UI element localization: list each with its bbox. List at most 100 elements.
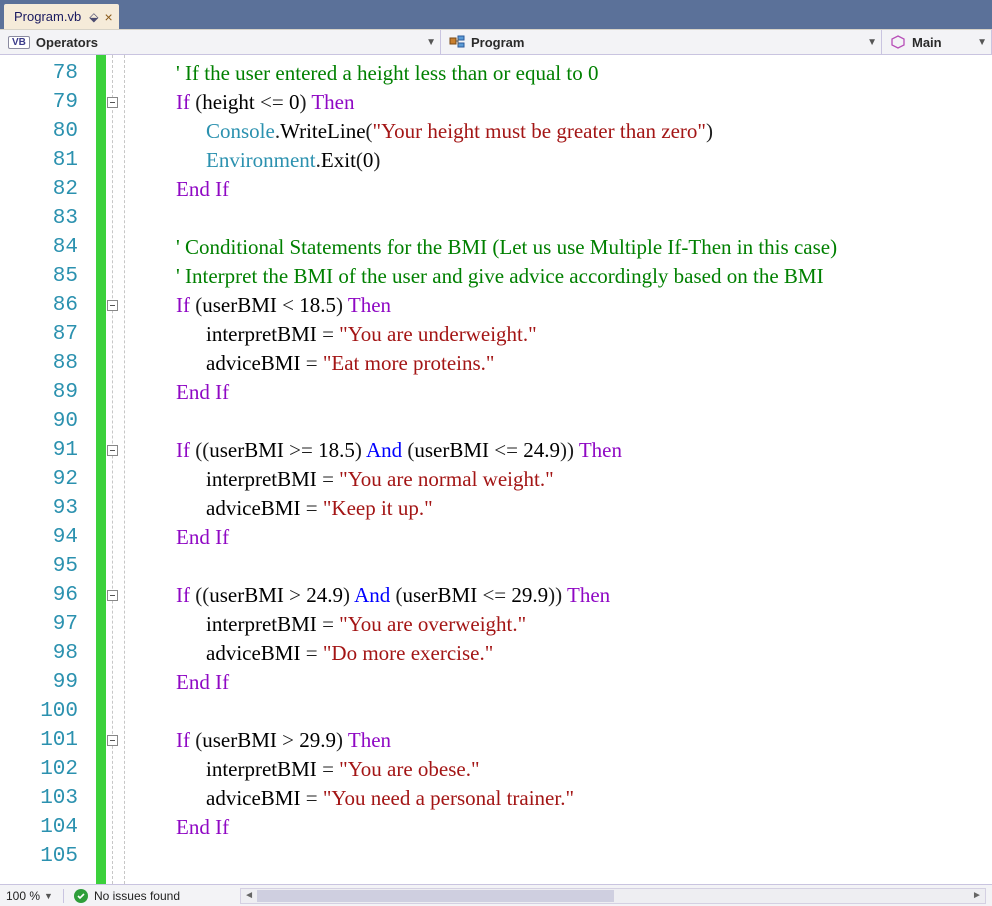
line-number: 99 (0, 668, 96, 697)
code-editor[interactable]: 7879808182838485868788899091929394959697… (0, 55, 992, 884)
scroll-left-icon[interactable]: ◄ (241, 889, 257, 903)
code-line[interactable]: ' If the user entered a height less than… (134, 59, 992, 88)
outline-row (106, 291, 134, 320)
code-line[interactable] (134, 552, 992, 581)
line-number: 87 (0, 320, 96, 349)
code-line[interactable]: adviceBMI = "Do more exercise." (134, 639, 992, 668)
line-number: 78 (0, 59, 96, 88)
code-line[interactable]: adviceBMI = "Eat more proteins." (134, 349, 992, 378)
outline-row (106, 262, 134, 291)
code-line[interactable]: adviceBMI = "Keep it up." (134, 494, 992, 523)
line-number: 93 (0, 494, 96, 523)
outline-row (106, 233, 134, 262)
outline-row (106, 349, 134, 378)
line-number: 100 (0, 697, 96, 726)
line-number: 105 (0, 842, 96, 871)
outline-row (106, 436, 134, 465)
fold-toggle[interactable] (107, 590, 118, 601)
outline-row (106, 407, 134, 436)
code-line[interactable]: Environment.Exit(0) (134, 146, 992, 175)
class-icon (449, 34, 465, 50)
code-line[interactable]: Console.WriteLine("Your height must be g… (134, 117, 992, 146)
line-number: 79 (0, 88, 96, 117)
horizontal-scrollbar[interactable]: ◄ ► (240, 888, 986, 904)
line-number: 102 (0, 755, 96, 784)
outline-row (106, 668, 134, 697)
code-line[interactable]: End If (134, 668, 992, 697)
line-number: 90 (0, 407, 96, 436)
code-line[interactable]: adviceBMI = "You need a personal trainer… (134, 784, 992, 813)
code-line[interactable]: ' Interpret the BMI of the user and give… (134, 262, 992, 291)
separator (63, 889, 64, 903)
scroll-thumb[interactable] (257, 890, 614, 902)
outline-row (106, 523, 134, 552)
line-number: 89 (0, 378, 96, 407)
outline-row (106, 639, 134, 668)
code-line[interactable]: End If (134, 175, 992, 204)
line-number: 82 (0, 175, 96, 204)
chevron-down-icon: ▼ (867, 37, 877, 48)
method-icon (890, 34, 906, 50)
code-line[interactable] (134, 407, 992, 436)
code-line[interactable]: ' Conditional Statements for the BMI (Le… (134, 233, 992, 262)
tab-label: Program.vb (14, 9, 81, 24)
line-number: 96 (0, 581, 96, 610)
code-line[interactable]: interpretBMI = "You are normal weight." (134, 465, 992, 494)
code-line[interactable]: If (userBMI < 18.5) Then (134, 291, 992, 320)
fold-toggle[interactable] (107, 300, 118, 311)
fold-toggle[interactable] (107, 97, 118, 108)
code-line[interactable]: If ((userBMI > 24.9) And (userBMI <= 29.… (134, 581, 992, 610)
code-area[interactable]: ' If the user entered a height less than… (134, 55, 992, 884)
fold-toggle[interactable] (107, 735, 118, 746)
line-number: 98 (0, 639, 96, 668)
line-number: 85 (0, 262, 96, 291)
outline-row (106, 146, 134, 175)
line-number-gutter: 7879808182838485868788899091929394959697… (0, 55, 96, 884)
line-number: 103 (0, 784, 96, 813)
line-number: 95 (0, 552, 96, 581)
outline-row (106, 726, 134, 755)
outline-row (106, 175, 134, 204)
vb-icon: VB (8, 36, 30, 49)
change-tracker (96, 55, 106, 884)
status-bar: 100 % ▼ No issues found ◄ ► (0, 884, 992, 906)
line-number: 101 (0, 726, 96, 755)
scroll-right-icon[interactable]: ► (969, 889, 985, 903)
line-number: 91 (0, 436, 96, 465)
fold-toggle[interactable] (107, 445, 118, 456)
code-line[interactable]: If (userBMI > 29.9) Then (134, 726, 992, 755)
code-line[interactable]: End If (134, 813, 992, 842)
code-line[interactable]: interpretBMI = "You are obese." (134, 755, 992, 784)
code-line[interactable] (134, 204, 992, 233)
editor-window: Program.vb ⬙ × VB Operators ▼ Program ▼ (0, 0, 992, 906)
outline-row (106, 378, 134, 407)
code-line[interactable] (134, 697, 992, 726)
zoom-dropdown[interactable]: 100 % ▼ (6, 889, 53, 903)
chevron-down-icon: ▼ (426, 37, 436, 48)
line-number: 88 (0, 349, 96, 378)
member-dropdown[interactable]: Main ▼ (882, 30, 992, 54)
close-icon[interactable]: × (104, 10, 112, 24)
type-label: Program (471, 35, 524, 50)
line-number: 97 (0, 610, 96, 639)
scope-label: Operators (36, 35, 98, 50)
type-dropdown[interactable]: Program ▼ (441, 30, 882, 54)
scope-dropdown[interactable]: VB Operators ▼ (0, 30, 441, 54)
code-line[interactable]: End If (134, 378, 992, 407)
tab-program-vb[interactable]: Program.vb ⬙ × (4, 4, 119, 29)
outline-row (106, 784, 134, 813)
pin-icon[interactable]: ⬙ (89, 10, 98, 24)
code-line[interactable]: interpretBMI = "You are underweight." (134, 320, 992, 349)
chevron-down-icon: ▼ (44, 891, 53, 901)
outline-row (106, 755, 134, 784)
outline-row (106, 320, 134, 349)
outline-row (106, 494, 134, 523)
code-line[interactable]: If ((userBMI >= 18.5) And (userBMI <= 24… (134, 436, 992, 465)
code-line[interactable] (134, 842, 992, 871)
line-number: 81 (0, 146, 96, 175)
code-line[interactable]: If (height <= 0) Then (134, 88, 992, 117)
code-line[interactable]: End If (134, 523, 992, 552)
code-line[interactable]: interpretBMI = "You are overweight." (134, 610, 992, 639)
outline-gutter (106, 55, 134, 884)
navigation-bar: VB Operators ▼ Program ▼ Main ▼ (0, 29, 992, 55)
